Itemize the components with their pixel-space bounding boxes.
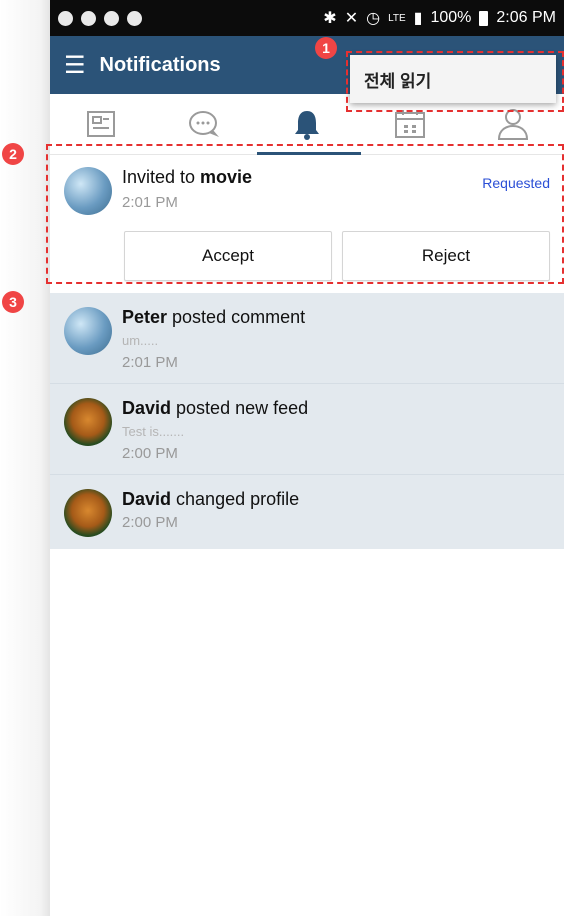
alarm-icon: ◷ xyxy=(366,10,381,27)
avatar xyxy=(64,398,112,446)
list-item[interactable]: David changed profile 2:00 PM xyxy=(50,475,564,549)
page-title: Notifications xyxy=(99,53,221,76)
phone-screen: ✱ ✕ ◷ LTE ▮ 100% 2:06 PM ☰ Notifications xyxy=(50,0,564,916)
bluetooth-icon: ✱ xyxy=(323,10,337,27)
app-notification-icon xyxy=(81,10,96,26)
notification-message: David changed profile xyxy=(122,489,299,510)
app-notification-icon xyxy=(104,10,119,26)
action-text: posted comment xyxy=(167,307,306,327)
clock: 2:06 PM xyxy=(496,9,556,26)
network-label: LTE xyxy=(388,12,406,24)
action-text: changed profile xyxy=(171,489,300,509)
person-icon xyxy=(497,109,528,140)
notification-time: 2:01 PM xyxy=(122,354,178,371)
notification-snippet: um..... xyxy=(122,333,159,348)
left-background-strip xyxy=(0,0,50,916)
notification-message: Peter posted comment xyxy=(122,307,305,328)
talk-notification-icon xyxy=(127,10,142,26)
action-text: posted new feed xyxy=(171,398,309,418)
chat-icon xyxy=(189,111,220,137)
app-notification-icon xyxy=(58,10,73,26)
news-icon xyxy=(87,111,116,137)
tab-chat[interactable] xyxy=(174,102,234,146)
list-item[interactable]: David posted new feed Test is....... 2:0… xyxy=(50,384,564,475)
status-left-icons xyxy=(58,10,142,26)
battery-icon xyxy=(479,10,489,26)
actor-name: David xyxy=(122,398,172,418)
notification-message: David posted new feed xyxy=(122,398,308,419)
status-right: ✱ ✕ ◷ LTE ▮ 100% 2:06 PM xyxy=(323,8,556,28)
avatar xyxy=(64,489,112,537)
status-bar: ✱ ✕ ◷ LTE ▮ 100% 2:06 PM xyxy=(50,0,564,36)
actor-name: David xyxy=(122,489,172,509)
notification-list: Peter posted comment um..... 2:01 PM Dav… xyxy=(50,293,564,549)
notification-time: 2:00 PM xyxy=(122,445,178,462)
avatar xyxy=(64,307,112,355)
notification-time: 2:00 PM xyxy=(122,514,178,531)
actor-name: Peter xyxy=(122,307,168,327)
battery-percent: 100% xyxy=(430,9,472,26)
bell-icon xyxy=(294,111,319,140)
notification-snippet: Test is....... xyxy=(122,424,185,439)
signal-icon: ▮ xyxy=(413,10,423,27)
calendar-icon xyxy=(394,110,425,138)
menu-icon[interactable]: ☰ xyxy=(64,51,86,80)
annotation-badge-3: 3 xyxy=(2,291,24,313)
list-item[interactable]: Peter posted comment um..... 2:01 PM xyxy=(50,293,564,384)
tab-feed[interactable] xyxy=(71,102,131,146)
tab-notifications[interactable] xyxy=(277,102,337,146)
mute-icon: ✕ xyxy=(344,10,359,27)
annotation-box-2 xyxy=(46,144,564,284)
annotation-badge-1: 1 xyxy=(315,37,337,59)
annotation-box-1 xyxy=(346,51,564,112)
annotation-badge-2: 2 xyxy=(2,143,24,165)
